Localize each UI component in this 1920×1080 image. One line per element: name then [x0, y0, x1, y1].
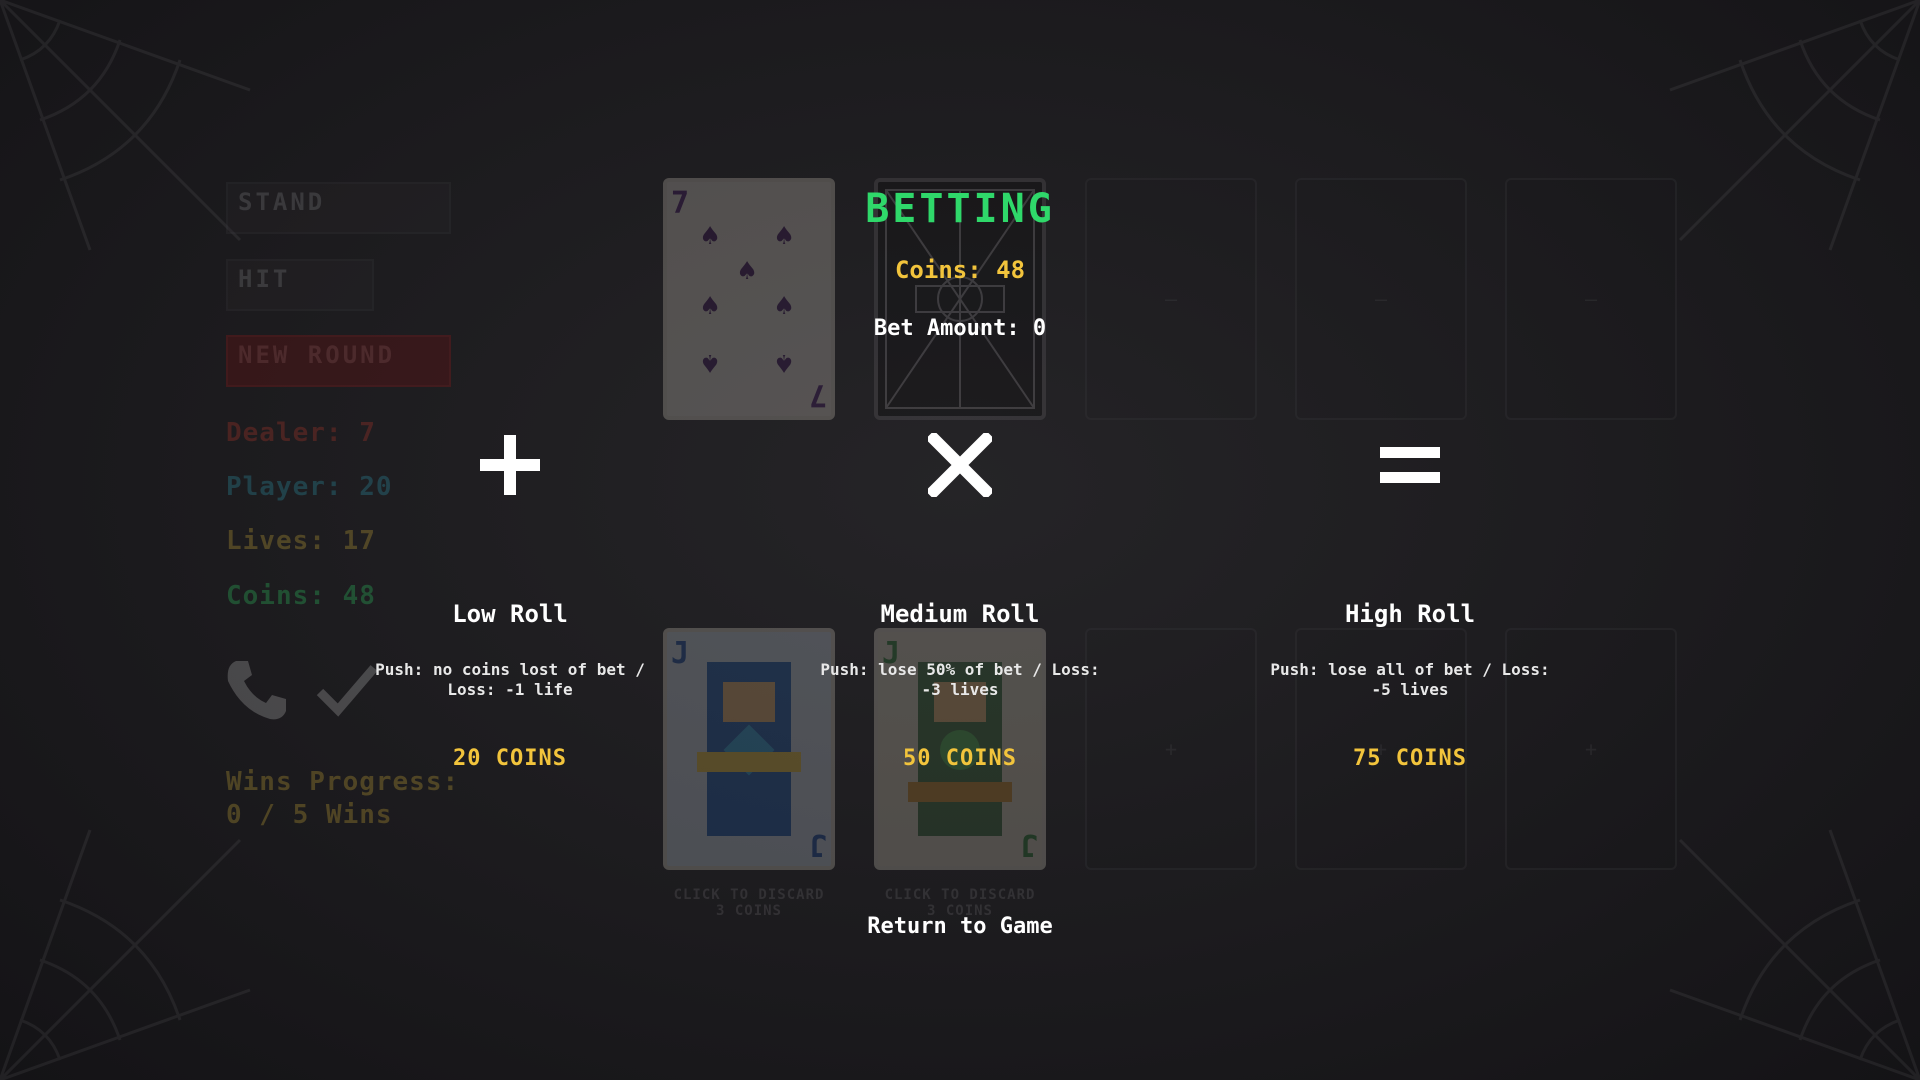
roll-description-line: Loss: -1 life: [447, 680, 573, 699]
spade-icon: ♠: [775, 345, 794, 380]
equals-icon[interactable]: [1378, 443, 1442, 487]
roll-description: Push: lose all of bet / Loss: -5 lives: [1250, 660, 1570, 700]
roll-price: 75 COINS: [1353, 746, 1467, 771]
lives-count: Lives: 17: [226, 526, 376, 556]
phone-icon[interactable]: [222, 655, 290, 723]
roll-description-line: -5 lives: [1371, 680, 1449, 699]
roll-name: Medium Roll: [880, 600, 1040, 628]
low-roll-option[interactable]: Low Roll Push: no coins lost of bet / Lo…: [350, 600, 670, 771]
roll-price: 20 COINS: [453, 746, 567, 771]
multiply-icon[interactable]: [928, 433, 992, 497]
roll-description: Push: lose 50% of bet / Loss: -3 lives: [800, 660, 1120, 700]
medium-roll-option[interactable]: Medium Roll Push: lose 50% of bet / Loss…: [800, 600, 1120, 771]
betting-title: BETTING: [865, 186, 1055, 232]
discard-text: CLICK TO DISCARD: [673, 887, 825, 903]
web-decoration-bottom-left: [0, 829, 251, 1080]
roll-description-line: -3 lives: [921, 680, 999, 699]
dealer-score: Dealer: 7: [226, 418, 376, 448]
bet-amount-label: Bet Amount: 0: [873, 316, 1047, 341]
new-round-button[interactable]: NEW ROUND: [226, 335, 451, 387]
web-decoration-bottom-right: [1669, 829, 1920, 1080]
plus-icon[interactable]: [478, 433, 542, 497]
roll-price: 50 COINS: [903, 746, 1017, 771]
high-roll-option[interactable]: High Roll Push: lose all of bet / Loss: …: [1250, 600, 1570, 771]
roll-name: Low Roll: [452, 600, 568, 628]
roll-description-line: Push: no coins lost of bet /: [375, 660, 645, 679]
wins-progress-label: Wins Progress:: [226, 767, 460, 797]
return-to-game-button[interactable]: Return to Game: [0, 914, 1920, 939]
player-score: Player: 20: [226, 472, 393, 502]
roll-description-line: Push: lose 50% of bet / Loss:: [820, 660, 1100, 679]
overlay-coins-label: Coins: 48: [894, 256, 1026, 284]
discard-text: CLICK TO DISCARD: [884, 887, 1036, 903]
roll-name: High Roll: [1344, 600, 1476, 628]
spade-icon: ♠: [701, 345, 720, 380]
roll-description-line: Push: lose all of bet / Loss:: [1270, 660, 1550, 679]
card-rank-bottom: 7: [808, 377, 827, 412]
wins-progress-value: 0 / 5 Wins: [226, 800, 393, 830]
roll-description: Push: no coins lost of bet / Loss: -1 li…: [350, 660, 670, 700]
